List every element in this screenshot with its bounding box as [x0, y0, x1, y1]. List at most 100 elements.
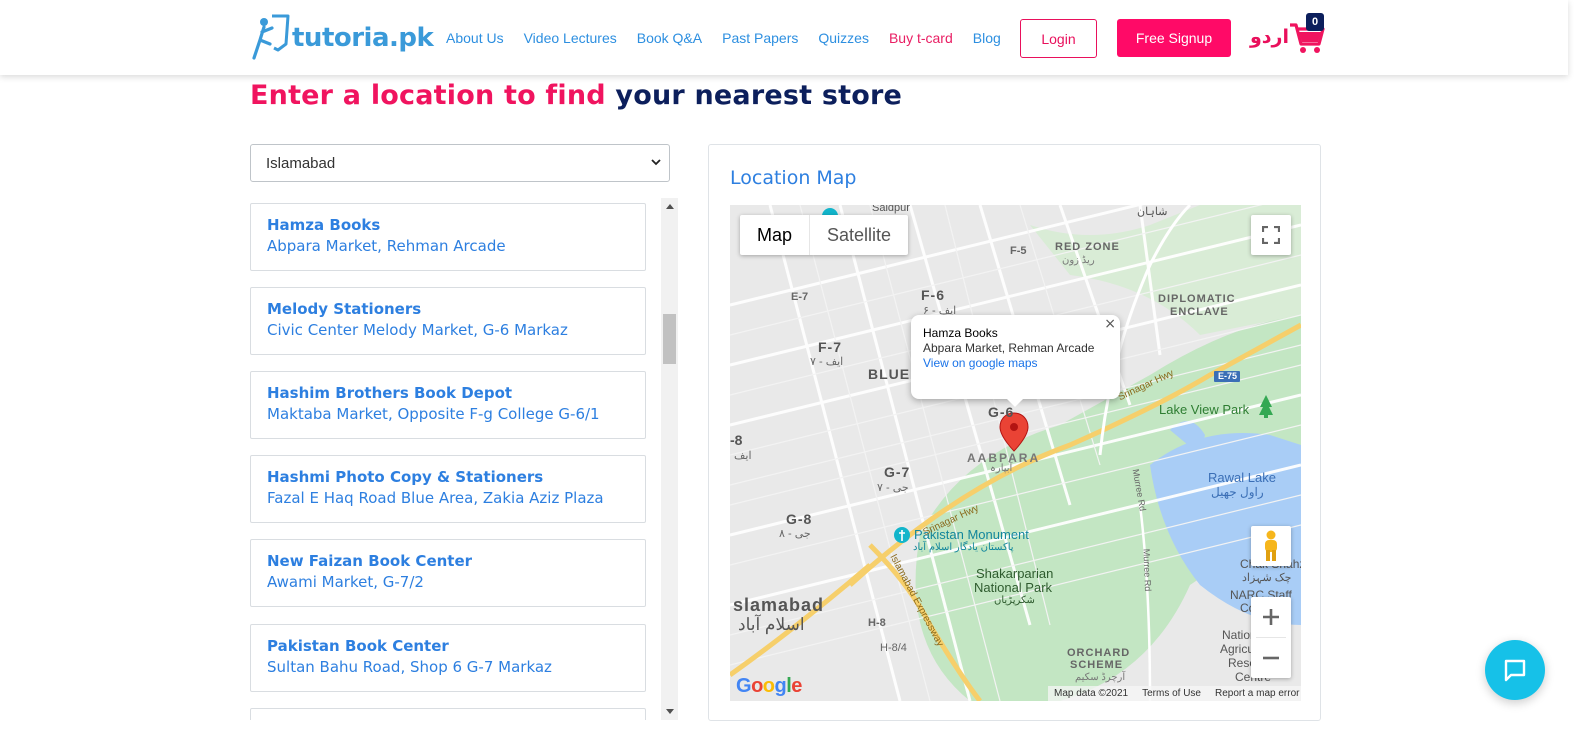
map-label: Saidpur [872, 205, 910, 214]
store-name: Hamza Books [267, 216, 381, 234]
map-label: SCHEME [1070, 659, 1124, 671]
zoom-in-button[interactable] [1251, 597, 1291, 637]
map-label: Murree Rd [1141, 548, 1153, 592]
page-heading: Enter a location to find your nearest st… [250, 80, 902, 111]
info-store-name: Hamza Books [923, 326, 998, 340]
map-label: شکرپڑیاں [994, 595, 1035, 606]
store-address: Civic Center Melody Market, G-6 Markaz [267, 321, 568, 339]
store-address: Abpara Market, Rehman Arcade [267, 237, 506, 255]
map-type-map-button[interactable]: Map [740, 215, 809, 255]
map-label: آرچرڈ سکیم [1075, 672, 1126, 683]
map-label: Lake View Park [1159, 402, 1250, 417]
city-select-value: Islamabad [266, 154, 336, 172]
map-label: ایف - ۷ [810, 356, 844, 368]
map-label: ریڈ زون [1062, 255, 1095, 266]
map-label: چک شہزاد [1242, 572, 1292, 584]
store-name: Pakistan Book Center [267, 637, 449, 655]
store-card[interactable]: Hamza Books Abpara Market, Rehman Arcade [250, 203, 646, 271]
view-on-google-maps-link[interactable]: View on google maps [923, 356, 1108, 371]
heading-part-1: Enter a location to find [250, 80, 606, 111]
map-info-window: × Hamza Books Abpara Market, Rehman Arca… [911, 315, 1120, 407]
store-address: Sultan Bahu Road, Shop 6 G-7 Markaz [267, 658, 552, 676]
store-list: Hamza Books Abpara Market, Rehman Arcade… [250, 198, 680, 720]
google-map[interactable]: RED ZONE ریڈ زون DIPLOMATIC ENCLAVE F-5 … [730, 205, 1301, 701]
map-label: ایف [734, 450, 752, 462]
nav-past-papers[interactable]: Past Papers [722, 30, 798, 46]
map-label: BLUE [868, 366, 911, 382]
map-label: F-6 [921, 287, 945, 303]
map-label: شاہان [1137, 206, 1168, 218]
store-name: Hashmi Photo Copy & Stationers [267, 468, 544, 486]
map-label: G-7 [884, 464, 911, 480]
map-label: H-8 [868, 617, 886, 629]
terms-of-use-link[interactable]: Terms of Use [1142, 688, 1201, 699]
store-list-scrollbar[interactable] [661, 198, 678, 720]
main-nav: About Us Video Lectures Book Q&A Past Pa… [446, 30, 1021, 46]
top-navbar: tutoria.pk About Us Video Lectures Book … [0, 0, 1568, 75]
store-card[interactable]: Hashmi Photo Copy & Stationers Fazal E H… [250, 455, 646, 523]
map-label: آبپارہ [990, 463, 1013, 474]
map-label: جی - ۷ [877, 482, 909, 494]
report-map-error-link[interactable]: Report a map error [1215, 688, 1299, 699]
map-data-text: Map data ©2021 [1054, 688, 1129, 699]
store-name: Hashim Brothers Book Depot [267, 384, 513, 402]
scrollbar-thumb[interactable] [663, 314, 676, 364]
minus-icon [1263, 656, 1279, 660]
info-window-close-icon[interactable]: × [1104, 316, 1116, 332]
live-chat-button[interactable] [1485, 640, 1545, 700]
map-label: RED ZONE [1055, 241, 1120, 253]
heading-part-2: your nearest store [615, 80, 903, 111]
nav-video-lectures[interactable]: Video Lectures [524, 30, 617, 46]
nav-blog[interactable]: Blog [973, 30, 1001, 46]
map-label: G-8 [786, 511, 813, 527]
street-view-pegman-button[interactable] [1251, 526, 1291, 566]
store-name: Melody Stationers [267, 300, 422, 318]
site-logo[interactable]: tutoria.pk [250, 14, 434, 62]
map-label: F-7 [818, 339, 842, 355]
map-label: ENCLAVE [1170, 306, 1229, 318]
location-map-panel: Location Map RED ZONE ریڈ زون DIPLOMATIC… [708, 144, 1321, 721]
map-label: E-7 [791, 291, 809, 303]
map-type-satellite-button[interactable]: Satellite [809, 215, 908, 255]
scroll-down-arrow-icon[interactable] [661, 704, 678, 720]
nav-about-us[interactable]: About Us [446, 30, 504, 46]
free-signup-button[interactable]: Free Signup [1117, 19, 1231, 57]
map-label: اسلام آباد [738, 615, 805, 634]
map-label: DIPLOMATIC [1158, 293, 1236, 305]
urdu-language-link[interactable]: اردو [1250, 26, 1289, 48]
map-label: slamabad [733, 595, 825, 615]
nav-buy-tcard[interactable]: Buy t-card [889, 30, 953, 46]
city-select[interactable]: Islamabad [250, 144, 670, 182]
map-label: H-8/4 [880, 642, 907, 654]
store-address: Awami Market, G-7/2 [267, 573, 424, 591]
scroll-up-arrow-icon[interactable] [661, 198, 678, 214]
fullscreen-button[interactable] [1251, 215, 1291, 255]
chevron-down-icon [651, 159, 661, 166]
store-address: Fazal E Haq Road Blue Area, Zakia Aziz P… [267, 489, 604, 507]
map-label: F-5 [1010, 245, 1027, 257]
zoom-out-button[interactable] [1251, 638, 1291, 678]
map-label: Shakarparian [976, 566, 1054, 581]
fullscreen-icon [1262, 226, 1280, 244]
store-card[interactable]: Pakistan Book Center Sultan Bahu Road, S… [250, 624, 646, 692]
store-card[interactable]: New Faizan Book Center Awami Market, G-7… [250, 539, 646, 607]
chat-bubble-icon [1504, 659, 1526, 682]
store-card-partial[interactable] [250, 708, 646, 720]
store-name: New Faizan Book Center [267, 552, 473, 570]
map-title: Location Map [730, 167, 857, 189]
cart-count-badge: 0 [1306, 13, 1324, 31]
pegman-icon [1265, 530, 1277, 561]
nav-book-qa[interactable]: Book Q&A [637, 30, 702, 46]
map-label: E-75 [1218, 371, 1238, 381]
map-type-control: Map Satellite [740, 215, 909, 255]
store-card[interactable]: Melody Stationers Civic Center Melody Ma… [250, 287, 646, 355]
login-button[interactable]: Login [1020, 19, 1097, 58]
store-card[interactable]: Hashim Brothers Book Depot Maktaba Marke… [250, 371, 646, 439]
zoom-control [1251, 597, 1291, 678]
map-label: راول جھیل [1211, 485, 1264, 499]
map-label: ORCHARD [1067, 647, 1131, 659]
map-label: -8 [730, 432, 743, 448]
google-logo[interactable]: Google [736, 675, 802, 698]
store-address: Maktaba Market, Opposite F-g College G-6… [267, 405, 600, 423]
nav-quizzes[interactable]: Quizzes [818, 30, 869, 46]
